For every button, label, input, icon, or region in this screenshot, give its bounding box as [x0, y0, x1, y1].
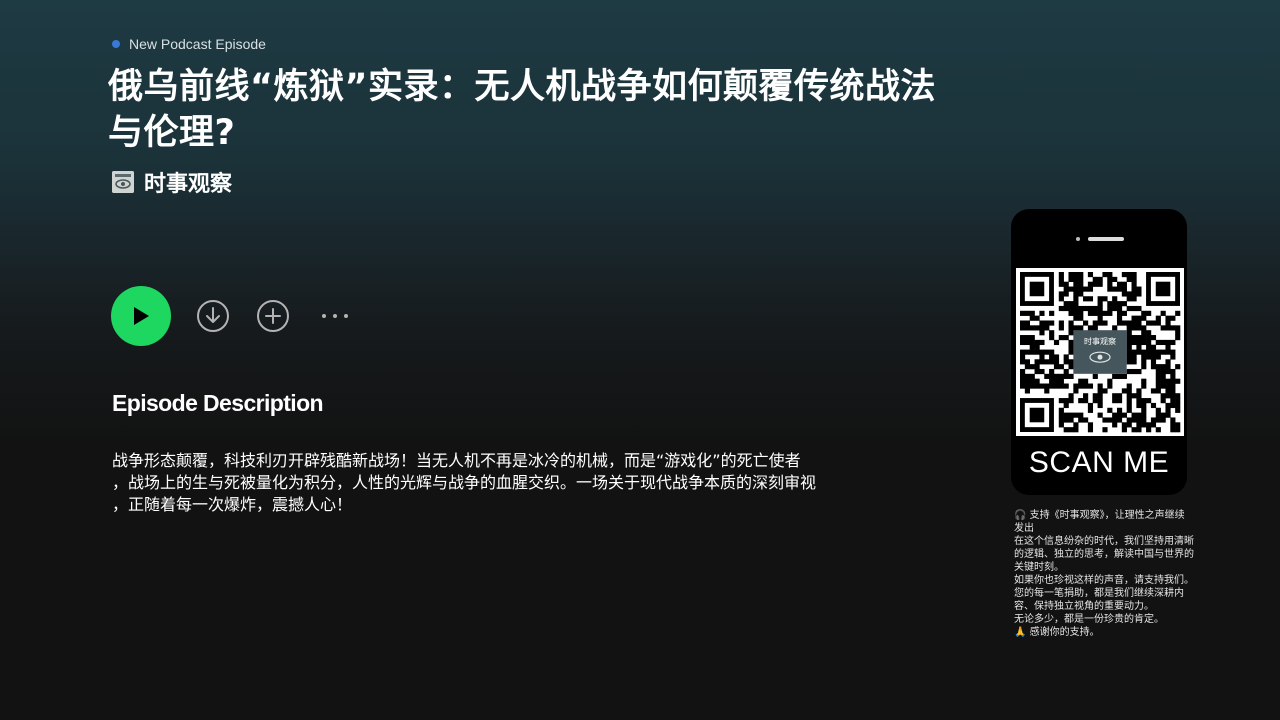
show-cover-image — [112, 171, 134, 193]
scan-me-label: SCAN ME — [1028, 446, 1170, 479]
description-heading: Episode Description — [112, 390, 324, 416]
description-line: ，正随着每一次爆炸，震撼人心！ — [112, 495, 353, 514]
description-text: 战争形态颠覆，科技利刃开辟残酷新战场！当无人机不再是冰冷的机械，而是“游戏化”的… — [112, 450, 937, 516]
phone-speaker-icon — [1088, 237, 1124, 241]
more-icon — [322, 314, 348, 318]
tag-label: New Podcast Episode — [129, 36, 266, 52]
support-line: 在这个信息纷杂的时代，我们坚持用清晰的逻辑、独立的思考，解读中国与世界的关键时刻… — [1014, 536, 1194, 573]
support-line: 无论多少，都是一份珍贵的肯定。 — [1014, 614, 1164, 625]
qr-center-label: 时事观察 — [1084, 336, 1116, 346]
phone-camera-icon — [1076, 237, 1080, 241]
add-to-library-button[interactable] — [256, 299, 290, 333]
tag-dot-icon — [112, 40, 120, 48]
support-message: 🎧 支持《时事观察》，让理性之声继续发出 在这个信息纷杂的时代，我们坚持用清晰的… — [1014, 509, 1194, 639]
episode-title: 俄乌前线“炼狱”实录：无人机战争如何颠覆传统战法与伦理? — [108, 67, 937, 153]
download-button[interactable] — [196, 299, 230, 333]
qr-code[interactable]: 时事观察 — [1016, 268, 1184, 436]
support-line: 🙏 感谢你的支持。 — [1014, 627, 1100, 638]
support-line: 您的每一笔捐助，都是我们继续深耕内容、保持独立视角的重要动力。 — [1014, 588, 1184, 612]
show-name: 时事观察 — [144, 172, 233, 197]
more-options-button[interactable] — [320, 311, 350, 321]
description-line: ，战场上的生与死被量化为积分，人性的光辉与战争的血腥交织。一场关于现代战争本质的… — [112, 473, 817, 492]
add-icon — [257, 300, 289, 332]
play-icon — [134, 307, 149, 325]
qr-code-icon: 时事观察 — [1020, 272, 1181, 433]
support-line: 🎧 支持《时事观察》，让理性之声继续发出 — [1014, 510, 1185, 534]
support-line: 如果你也珍视这样的声音，请支持我们。 — [1014, 575, 1194, 586]
show-link[interactable]: 时事观察 — [112, 166, 232, 198]
episode-tag: New Podcast Episode — [112, 36, 266, 52]
playback-controls — [111, 286, 350, 346]
play-button[interactable] — [111, 286, 171, 346]
download-icon — [197, 300, 229, 332]
description-line: 战争形态颠覆，科技利刃开辟残酷新战场！当无人机不再是冰冷的机械，而是“游戏化”的… — [112, 451, 801, 470]
